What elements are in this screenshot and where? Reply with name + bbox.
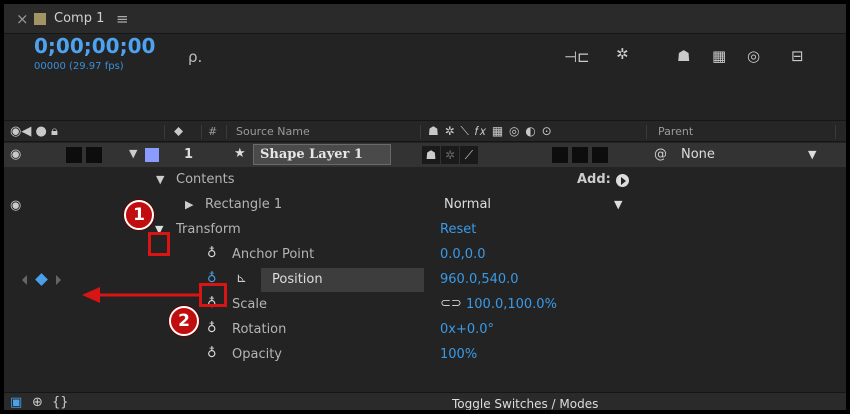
rectangle-label: Rectangle 1 <box>205 197 283 212</box>
frame-count: 00000 (29.97 fps) <box>34 61 124 72</box>
next-keyframe-icon[interactable] <box>56 275 61 285</box>
eye-icon[interactable]: ◉ <box>10 198 21 213</box>
layer-switch-shy[interactable]: ☗ <box>422 146 440 164</box>
layer-switches-icons: ☗ ✲ ⟍ 𝑓𝑥 ▦ ◎ ◐ ⊙ <box>428 124 553 138</box>
stopwatch-icon[interactable]: ♁ <box>207 321 217 336</box>
label-column-icon: ⬥ <box>174 124 184 139</box>
column-parent: Parent <box>658 125 694 138</box>
contents-row[interactable]: ▼ Contents Add: <box>4 168 846 192</box>
contents-expand-arrow[interactable]: ▼ <box>156 173 164 186</box>
property-row-opacity[interactable]: ♁ Opacity 100% <box>4 343 846 367</box>
add-label: Add: <box>577 172 611 187</box>
comp-flowchart-icon[interactable]: ▣ <box>10 395 22 410</box>
callout-1: 1 <box>124 200 154 230</box>
layer-switch-quality[interactable]: ⟋ <box>460 146 478 164</box>
prev-keyframe-icon[interactable] <box>22 275 27 285</box>
layer-switch-collapse[interactable]: ✲ <box>441 146 459 164</box>
property-value[interactable]: 100% <box>440 347 477 362</box>
tab-comp-1[interactable]: Comp 1 <box>54 11 104 26</box>
layer-row[interactable]: ◉ ▼ 1 ★ Shape Layer 1 ☗ ✲ ⟋ @ None ▼ <box>4 143 846 167</box>
expression-icon[interactable]: {} <box>52 395 69 410</box>
keyframe-diamond-icon[interactable] <box>35 273 48 286</box>
search-icon[interactable]: ρ. <box>188 48 202 66</box>
graph-editor-icon[interactable]: ⊟ <box>791 49 804 64</box>
layer-label-color[interactable] <box>145 148 159 162</box>
property-name: Anchor Point <box>232 247 315 262</box>
layer-name-field[interactable]: Shape Layer 1 <box>253 144 391 165</box>
property-row-rotation[interactable]: ♁ Rotation 0x+0.0° <box>4 318 846 342</box>
parent-dropdown[interactable]: None <box>681 147 715 162</box>
property-value[interactable]: 100.0,100.0% <box>466 297 557 312</box>
property-name: Position <box>272 272 323 287</box>
shy-layers-icon[interactable]: ☗ <box>677 49 690 64</box>
chevron-down-icon[interactable]: ▼ <box>808 148 816 161</box>
frame-blending-icon[interactable]: ▦ <box>712 49 726 64</box>
star-icon: ★ <box>234 146 246 161</box>
callout-2: 2 <box>169 306 199 336</box>
chevron-down-icon[interactable]: ▼ <box>614 198 622 211</box>
comp-mini-flowchart-icon[interactable]: ⊣⊏ <box>564 50 590 65</box>
column-header-bar: ◉◀ ● 🔒︎ ⬥ # Source Name ☗ ✲ ⟍ 𝑓𝑥 ▦ ◎ ◐ ⊙… <box>4 120 846 142</box>
property-value[interactable]: 960.0,540.0 <box>440 272 519 287</box>
property-name: Scale <box>232 297 267 312</box>
annotation-arrow <box>82 287 202 303</box>
link-icon[interactable]: ⊂⊃ <box>440 296 462 311</box>
column-number: # <box>208 125 218 138</box>
blend-mode-dropdown[interactable]: Normal <box>444 197 491 212</box>
contents-label: Contents <box>176 172 235 187</box>
play-icon <box>621 177 626 185</box>
motion-blur-icon[interactable]: ◎ <box>747 49 760 64</box>
property-value[interactable]: 0.0,0.0 <box>440 247 485 262</box>
reset-link[interactable]: Reset <box>440 222 476 237</box>
property-name: Opacity <box>232 347 283 362</box>
eye-icon[interactable]: ◉ <box>10 147 21 162</box>
stopwatch-icon[interactable]: ♁ <box>207 246 217 261</box>
transform-arrow-highlight <box>148 232 170 256</box>
graph-icon[interactable]: ⊾ <box>236 271 247 286</box>
toolbar: 0;00;00;00 00000 (29.97 fps) ρ. ⊣⊏ ✲ ☗ ▦… <box>4 34 846 78</box>
comp-color-swatch <box>34 13 46 25</box>
column-source-name[interactable]: Source Name <box>236 125 310 138</box>
draft-3d-icon[interactable]: ✲ <box>616 47 629 62</box>
stopwatch-icon[interactable]: ♁ <box>207 346 217 361</box>
toggle-switches-modes-button[interactable]: Toggle Switches / Modes <box>452 397 598 410</box>
panel-menu-icon[interactable]: ≡ <box>116 10 129 28</box>
render-time-icon[interactable]: ⊕ <box>32 395 43 410</box>
layer-expand-arrow[interactable]: ▼ <box>129 147 137 160</box>
property-name: Rotation <box>232 322 287 337</box>
timeline-panel: × Comp 1 ≡ 0;00;00;00 00000 (29.97 fps) … <box>2 2 848 412</box>
pick-whip-icon[interactable]: @ <box>654 147 667 162</box>
av-switches-icon: ◉◀ ● 🔒︎ <box>10 124 58 139</box>
property-value[interactable]: 0x+0.0° <box>440 322 494 337</box>
property-row-anchor-point[interactable]: ♁ Anchor Point 0.0,0.0 <box>4 243 846 267</box>
layer-number: 1 <box>184 147 194 162</box>
close-tab-button[interactable]: × <box>16 10 29 28</box>
rectangle-expand-arrow[interactable]: ▶ <box>185 198 193 211</box>
transform-label: Transform <box>176 222 241 237</box>
current-time-display[interactable]: 0;00;00;00 <box>34 34 155 58</box>
tab-bar: × Comp 1 ≡ <box>4 4 846 34</box>
footer-bar: ▣ ⊕ {} Toggle Switches / Modes <box>4 392 846 410</box>
